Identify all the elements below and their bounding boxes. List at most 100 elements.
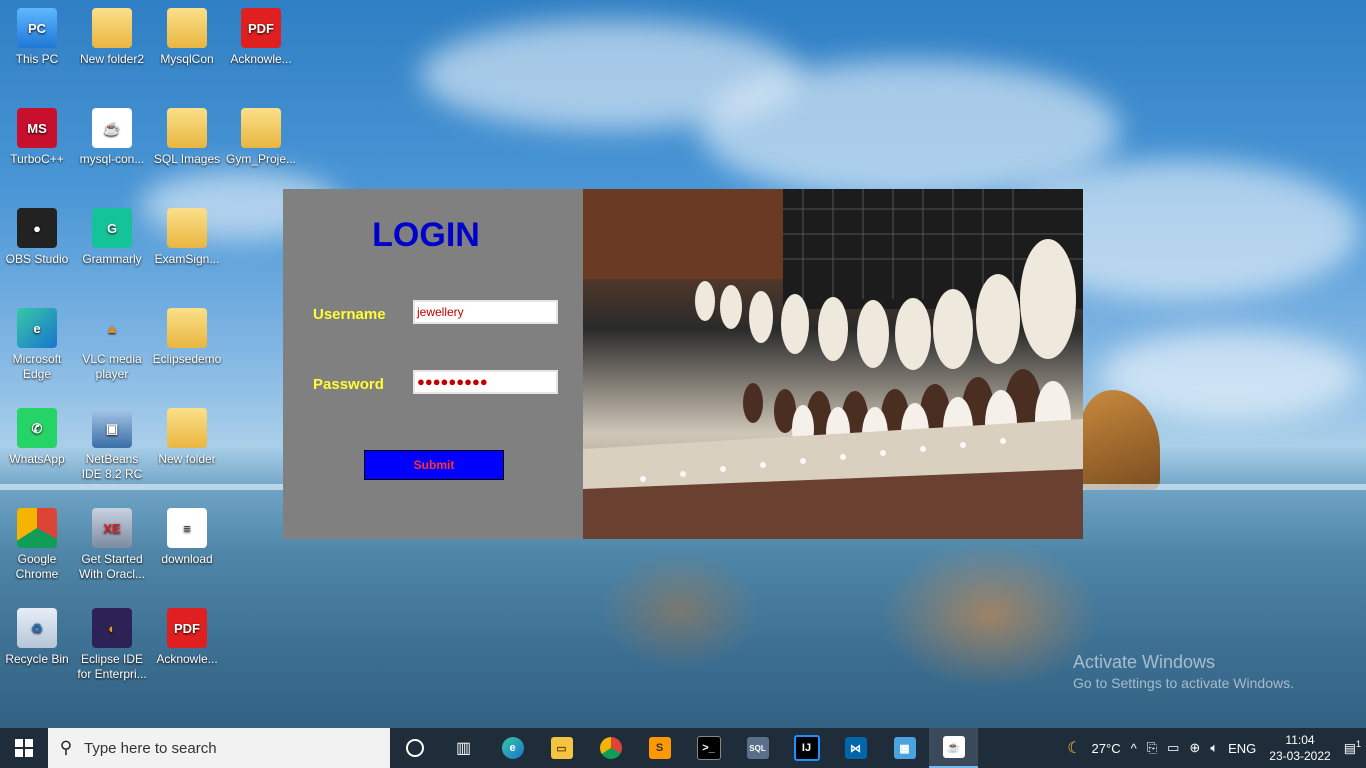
java-jar-icon: ☕	[92, 108, 132, 148]
desktop-icon-label: mysql-con...	[79, 152, 145, 166]
cortana-icon[interactable]	[390, 728, 439, 768]
network-adapter-icon[interactable]: ⎘	[1147, 740, 1157, 756]
chrome-taskbar-icon[interactable]	[586, 728, 635, 768]
password-input[interactable]: ●●●●●●●●●	[413, 370, 558, 394]
desktop-icon-acknowledgement-pdf[interactable]: PDF Acknowle...	[224, 8, 298, 67]
desktop-icon-label: Eclipsedemo	[152, 352, 222, 366]
file-explorer-icon[interactable]: ▭	[537, 728, 586, 768]
username-input[interactable]: jewellery	[413, 300, 558, 324]
task-view-icon[interactable]: ▥	[439, 728, 488, 768]
search-placeholder: Type here to search	[84, 739, 217, 757]
taskbar-search-box[interactable]: ⚲ Type here to search	[48, 728, 390, 768]
folder-icon	[167, 308, 207, 348]
desktop-icon-label: This PC	[15, 52, 59, 66]
clock-time: 11:04	[1285, 733, 1315, 747]
water-reflection	[600, 550, 760, 670]
desktop-icon-label: New folder	[158, 452, 216, 466]
watermark-subtitle: Go to Settings to activate Windows.	[1073, 675, 1294, 691]
password-label: Password	[313, 376, 384, 393]
desktop-icon-label: New folder2	[79, 52, 145, 66]
language-indicator[interactable]: ENG	[1228, 741, 1256, 756]
desktop-icon-mysqlcon[interactable]: MysqlCon	[150, 8, 224, 67]
clock-date: 23-03-2022	[1269, 749, 1331, 763]
desktop-icon-label: VLC media player	[82, 352, 142, 381]
start-button[interactable]	[0, 728, 48, 768]
desktop-icon-download[interactable]: ≡ download	[150, 508, 224, 567]
notification-center-icon[interactable]: ▤1	[1344, 739, 1361, 756]
desktop-icon-eclipse-ide[interactable]: ◐ Eclipse IDE for Enterpri...	[75, 608, 149, 682]
pdf-icon: PDF	[167, 608, 207, 648]
desktop-icon-whatsapp[interactable]: ✆ WhatsApp	[0, 408, 74, 467]
computer-icon: PC	[17, 8, 57, 48]
weather-icon[interactable]: ☾	[1067, 738, 1081, 758]
jewellery-photo	[583, 189, 1083, 539]
edge-taskbar-icon[interactable]: e	[488, 728, 537, 768]
intellij-icon[interactable]: IJ	[782, 728, 831, 768]
show-hidden-icons-chevron-up-icon[interactable]: ^	[1131, 741, 1137, 756]
sql-developer-icon[interactable]: SQL	[733, 728, 782, 768]
desktop-icon-gym-project[interactable]: Gym_Proje...	[224, 108, 298, 167]
desktop-icon-label: Microsoft Edge	[12, 352, 62, 381]
whatsapp-icon: ✆	[17, 408, 57, 448]
taskbar: ⚲ Type here to search ▥ e ▭ S >_ SQL IJ …	[0, 728, 1366, 768]
desktop-icon-oracle-xe[interactable]: XE Get Started With Oracl...	[75, 508, 149, 582]
turboc-icon: MS	[17, 108, 57, 148]
search-icon: ⚲	[59, 738, 73, 757]
vscode-icon[interactable]: ⋈	[831, 728, 880, 768]
desktop-icon-label: MysqlCon	[160, 52, 214, 66]
desktop-icon-this-pc[interactable]: PC This PC	[0, 8, 74, 67]
desktop-icon-eclipsedemo[interactable]: Eclipsedemo	[150, 308, 224, 367]
desktop-icon-sql-images[interactable]: SQL Images	[150, 108, 224, 167]
system-tray: ☾ 27°C ^ ⎘ ▭ ⊕ 🔈︎ ENG 11:04 23-03-2022 ▤…	[1062, 728, 1366, 768]
desktop-icon-acknowledgement-pdf-2[interactable]: PDF Acknowle...	[150, 608, 224, 667]
folder-icon	[167, 408, 207, 448]
desktop-icon-recycle-bin[interactable]: ♻ Recycle Bin	[0, 608, 74, 667]
desktop-icon-new-folder[interactable]: New folder	[150, 408, 224, 467]
volume-icon[interactable]: 🔈︎	[1210, 740, 1218, 756]
watermark-title: Activate Windows	[1073, 652, 1216, 672]
desktop-icon-grammarly[interactable]: G Grammarly	[75, 208, 149, 267]
folder-icon	[167, 108, 207, 148]
desktop-icon-label: Recycle Bin	[5, 652, 69, 666]
folder-icon	[241, 108, 281, 148]
desktop-icon-label: Grammarly	[82, 252, 142, 266]
desktop-icon-vlc[interactable]: ▲ VLC media player	[75, 308, 149, 382]
pdf-icon: PDF	[241, 8, 281, 48]
desktop-icon-examsign[interactable]: ExamSign...	[150, 208, 224, 267]
desktop-icon-obs-studio[interactable]: ● OBS Studio	[0, 208, 74, 267]
battery-icon[interactable]: ▭	[1167, 740, 1179, 756]
desktop-icon-label: SQL Images	[153, 152, 221, 166]
grammarly-icon: G	[92, 208, 132, 248]
desktop-icon-google-chrome[interactable]: Google Chrome	[0, 508, 74, 582]
desktop-icon-label: OBS Studio	[5, 252, 69, 266]
desktop-icon-label: Gym_Proje...	[225, 152, 297, 166]
jewellery-display-image	[583, 189, 1083, 539]
terminal-icon[interactable]: >_	[684, 728, 733, 768]
login-title: LOGIN	[372, 216, 480, 254]
obs-icon: ●	[17, 208, 57, 248]
control-panel-icon[interactable]: ▦	[880, 728, 929, 768]
desktop-icon-label: NetBeans IDE 8.2 RC	[81, 452, 143, 481]
submit-button[interactable]: Submit	[364, 450, 504, 480]
username-label: Username	[313, 306, 386, 323]
weather-temp[interactable]: 27°C	[1092, 741, 1121, 756]
eclipse-icon: ◐	[92, 608, 132, 648]
clock[interactable]: 11:04 23-03-2022	[1269, 732, 1330, 764]
desktop-icon-netbeans[interactable]: ▣ NetBeans IDE 8.2 RC	[75, 408, 149, 482]
folder-icon	[167, 208, 207, 248]
edge-icon: e	[17, 308, 57, 348]
windows-logo-icon	[15, 739, 33, 757]
netbeans-icon: ▣	[92, 408, 132, 448]
globe-network-icon[interactable]: ⊕	[1189, 740, 1200, 756]
desktop-icon-new-folder2[interactable]: New folder2	[75, 8, 149, 67]
oracle-icon: XE	[92, 508, 132, 548]
java-app-taskbar-icon[interactable]: ☕	[929, 728, 978, 768]
desktop-icon-mysql-connector[interactable]: ☕ mysql-con...	[75, 108, 149, 167]
sublime-text-icon[interactable]: S	[635, 728, 684, 768]
desktop-icon-microsoft-edge[interactable]: e Microsoft Edge	[0, 308, 74, 382]
desktop-icon-turboc[interactable]: MS TurboC++	[0, 108, 74, 167]
desktop-icon-label: ExamSign...	[154, 252, 220, 266]
folder-icon	[167, 8, 207, 48]
login-window: LOGIN Username jewellery Password ●●●●●●…	[283, 189, 1083, 539]
desktop-icon-label: download	[161, 552, 213, 566]
